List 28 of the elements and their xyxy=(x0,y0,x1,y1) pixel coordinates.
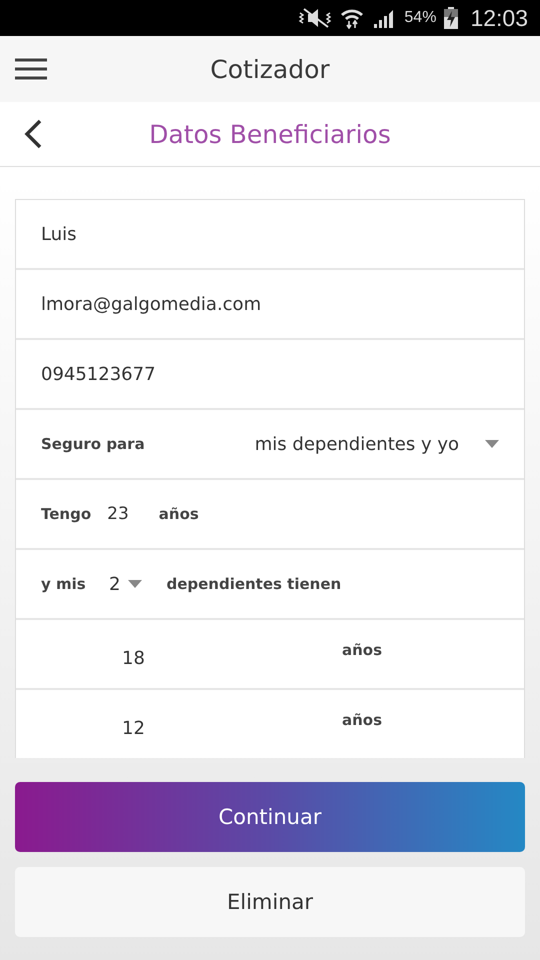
back-icon[interactable] xyxy=(24,119,42,149)
count-dropdown[interactable]: 2 xyxy=(109,574,142,594)
insurance-dropdown[interactable]: mis dependientes y yo xyxy=(254,434,499,454)
clock: 12:03 xyxy=(470,4,528,32)
age-field[interactable]: 12 xyxy=(122,718,342,738)
mute-icon xyxy=(298,8,332,28)
field-label: y mis xyxy=(41,575,87,593)
page-title: Datos Beneficiarios xyxy=(149,120,391,148)
battery-percent: 54% xyxy=(404,9,436,27)
input-field[interactable]: lmora@galgomedia.com xyxy=(16,270,524,340)
input-field[interactable]: Luis xyxy=(16,200,524,270)
unit-label: años xyxy=(342,711,382,729)
delete-button[interactable]: Eliminar xyxy=(15,867,525,937)
app-title: Cotizador xyxy=(210,54,330,84)
field-label: dependientes tienen xyxy=(166,575,342,593)
caret-icon xyxy=(485,440,499,448)
battery-charging-icon xyxy=(444,7,458,29)
field-label: Seguro para xyxy=(41,435,145,453)
unit-label: años xyxy=(158,505,199,523)
field-label: Tengo xyxy=(41,505,92,523)
caret-icon xyxy=(128,580,142,588)
wifi-icon xyxy=(340,7,364,29)
age-field[interactable]: 18 xyxy=(122,648,342,668)
age-field[interactable]: 23 xyxy=(107,504,129,524)
continue-button[interactable]: Continuar xyxy=(15,782,525,852)
input-field[interactable]: 0945123677 xyxy=(16,340,524,410)
menu-icon[interactable] xyxy=(15,58,47,80)
unit-label: años xyxy=(342,641,382,659)
